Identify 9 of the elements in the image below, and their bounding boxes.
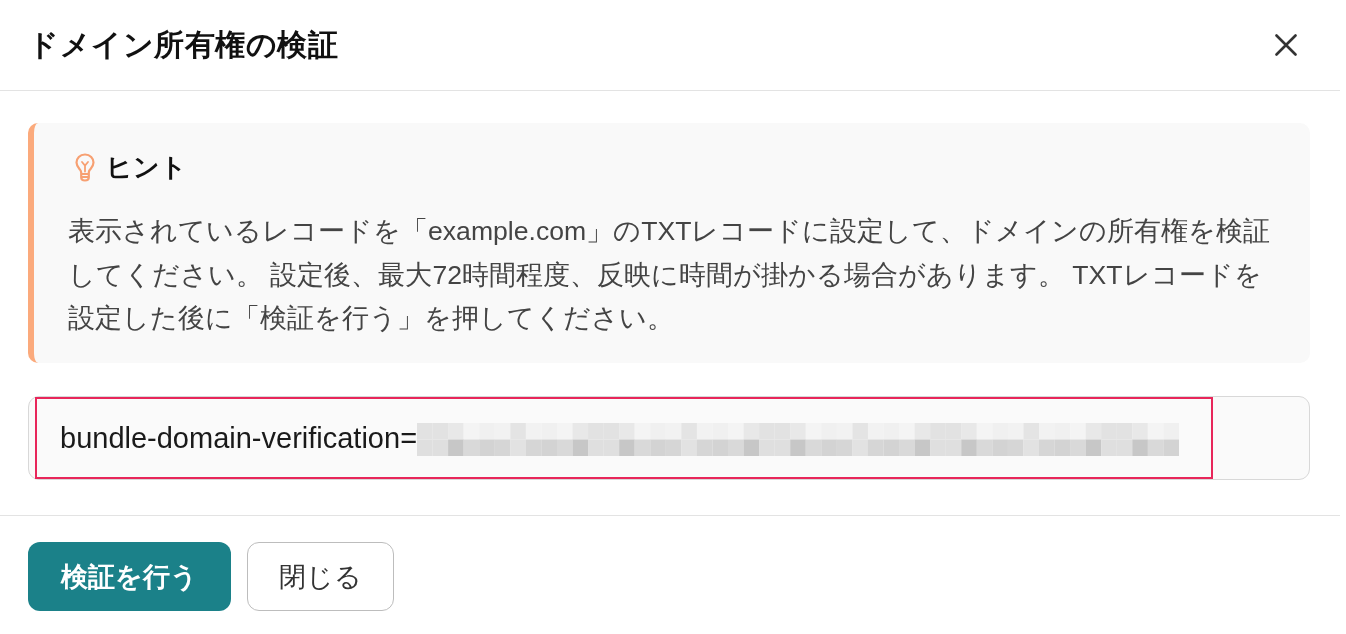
- close-dialog-button[interactable]: 閉じる: [247, 542, 394, 611]
- record-field[interactable]: bundle-domain-verification=: [28, 396, 1310, 480]
- dialog-title: ドメイン所有権の検証: [28, 26, 338, 63]
- lightbulb-icon: [75, 152, 95, 182]
- close-icon: [1275, 34, 1297, 56]
- hint-title: ヒント: [106, 150, 187, 184]
- close-button[interactable]: [1275, 34, 1297, 56]
- hint-text: 表示されているレコードを「example.com」のTXTレコードに設定して、ドメインの所有権を検証してください。 設定後、最大72時間程度、反映に時間が掛かる場合があります。 TXTレコードを設定した後に「検証を行う」を押してください。: [68, 215, 1272, 335]
- verify-button[interactable]: 検証を行う: [28, 542, 231, 611]
